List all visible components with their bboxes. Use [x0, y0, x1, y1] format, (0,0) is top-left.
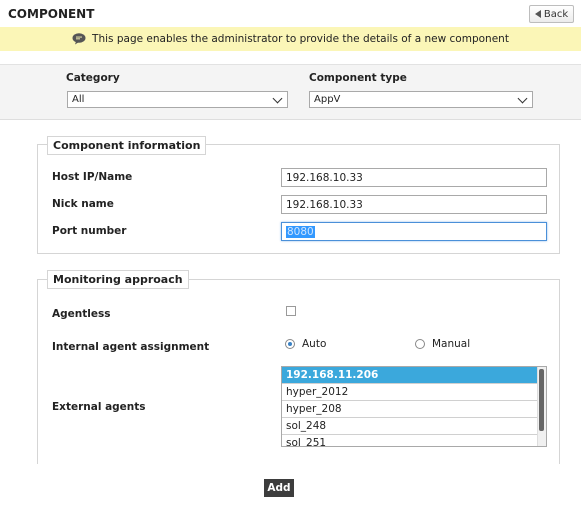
port-number-input-value: 8080	[286, 225, 315, 238]
nick-name-input[interactable]: 192.168.10.33	[281, 195, 547, 214]
info-text: This page enables the administrator to p…	[92, 33, 509, 45]
list-item[interactable]: hyper_208	[282, 401, 539, 418]
category-select[interactable]: All	[67, 91, 288, 108]
external-agents-label: External agents	[52, 401, 146, 413]
internal-agent-label: Internal agent assignment	[52, 341, 210, 353]
port-number-label: Port number	[52, 225, 127, 237]
manual-radio-label[interactable]: Manual	[432, 338, 470, 350]
list-scrollbar[interactable]	[537, 367, 546, 446]
chevron-down-icon	[517, 93, 528, 104]
info-banner: This page enables the administrator to p…	[0, 27, 581, 51]
list-item[interactable]: sol_251	[282, 435, 539, 446]
external-agents-list[interactable]: 192.168.11.206 hyper_2012 hyper_208 sol_…	[281, 366, 547, 447]
list-item[interactable]: sol_248	[282, 418, 539, 435]
auto-radio[interactable]	[285, 339, 295, 349]
radio-selected-dot	[288, 342, 292, 346]
back-button[interactable]: Back	[529, 5, 574, 23]
monitoring-legend: Monitoring approach	[47, 270, 189, 289]
list-item[interactable]: 192.168.11.206	[282, 367, 539, 384]
back-button-label: Back	[543, 8, 569, 20]
add-button[interactable]: Add	[264, 479, 294, 497]
host-input[interactable]: 192.168.10.33	[281, 168, 547, 187]
list-item[interactable]: hyper_2012	[282, 384, 539, 401]
port-number-input[interactable]: 8080	[281, 222, 547, 241]
category-label: Category	[66, 72, 120, 84]
nick-name-input-value: 192.168.10.33	[286, 198, 363, 211]
host-label: Host IP/Name	[52, 171, 133, 183]
category-select-value: All	[72, 94, 85, 105]
component-type-label: Component type	[309, 72, 407, 84]
agentless-label: Agentless	[52, 308, 111, 320]
component-type-select-value: AppV	[314, 94, 341, 105]
chevron-down-icon	[272, 93, 283, 104]
manual-radio[interactable]	[415, 339, 425, 349]
agentless-checkbox[interactable]	[286, 306, 296, 316]
host-input-value: 192.168.10.33	[286, 171, 363, 184]
page-title: COMPONENT	[8, 7, 95, 21]
back-arrow-icon	[534, 10, 541, 18]
auto-radio-label[interactable]: Auto	[302, 338, 326, 350]
speech-bubble-icon	[72, 33, 86, 45]
component-info-legend: Component information	[47, 136, 207, 155]
nick-name-label: Nick name	[52, 198, 114, 210]
scrollbar-thumb[interactable]	[539, 369, 544, 431]
component-type-select[interactable]: AppV	[309, 91, 533, 108]
